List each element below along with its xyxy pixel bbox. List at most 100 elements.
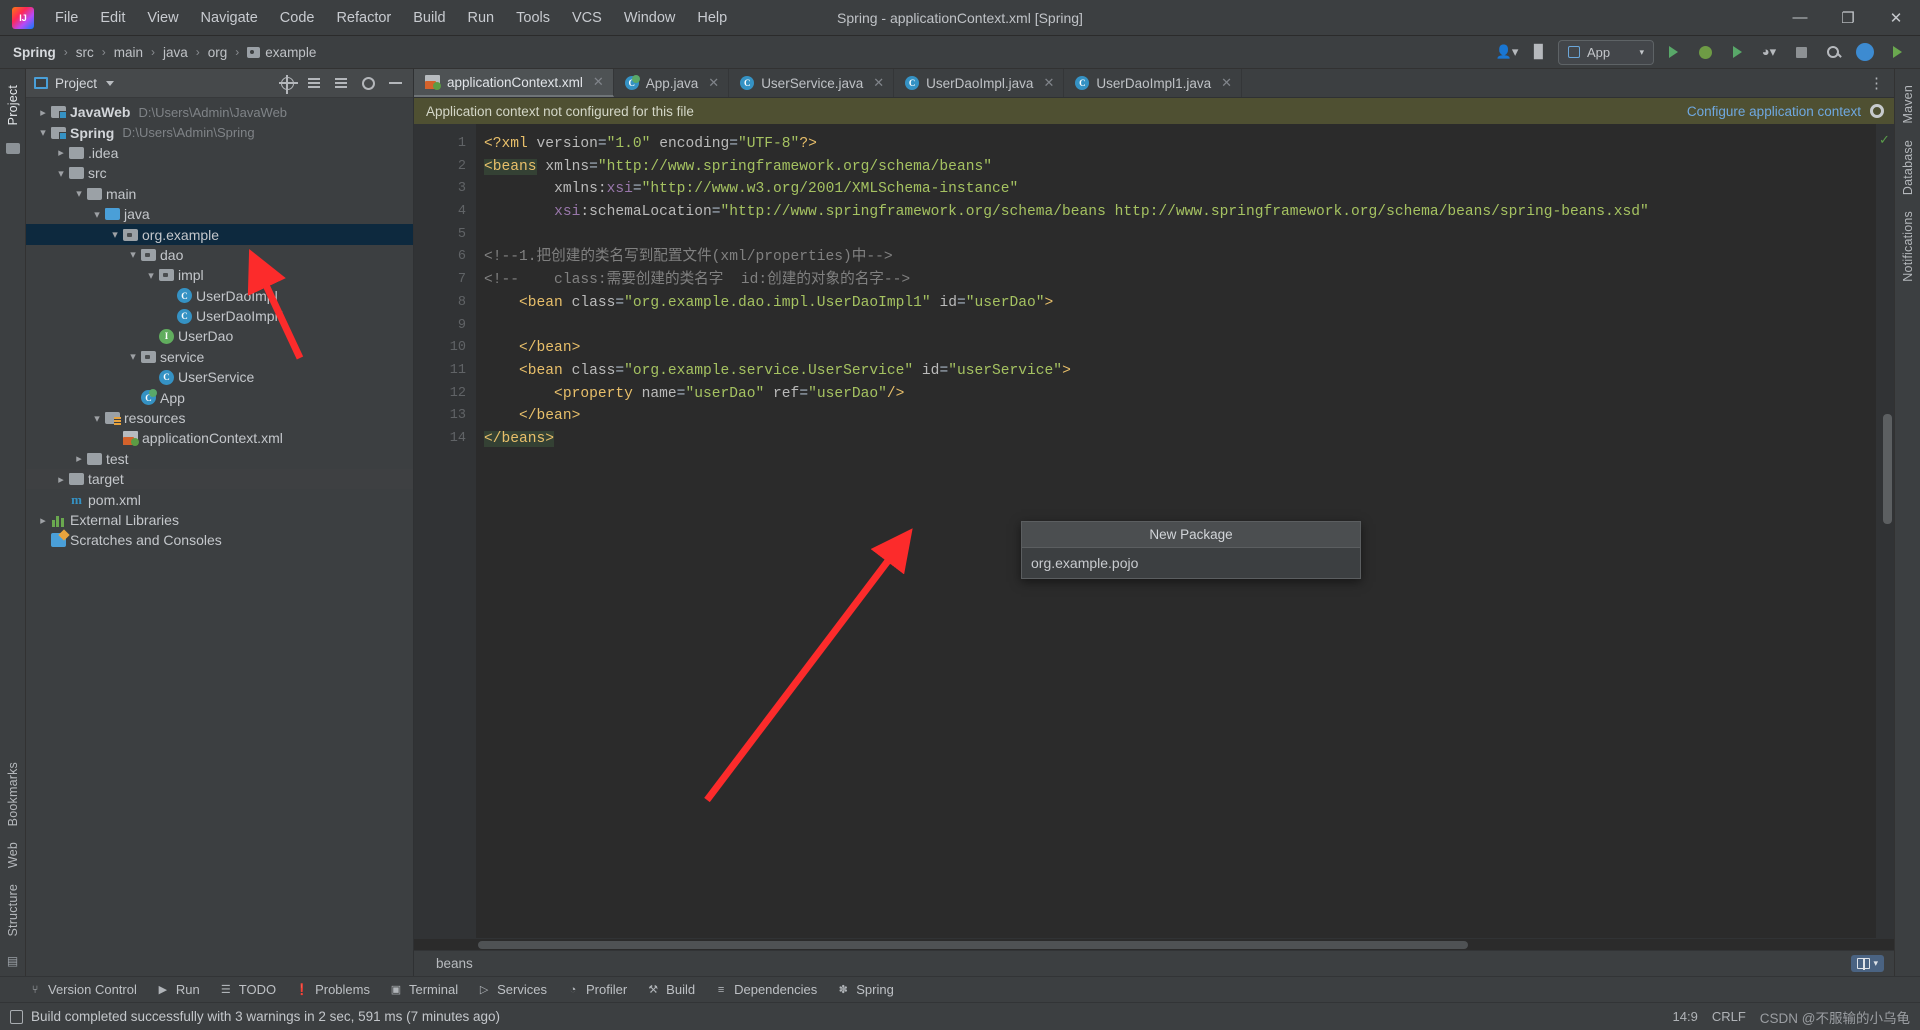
chevron-down-icon[interactable] [108, 228, 122, 241]
editor-tab-overflow-button[interactable]: ⋮ [1859, 69, 1894, 97]
updates-button[interactable] [1884, 40, 1910, 64]
chevron-down-icon[interactable] [126, 248, 140, 261]
tree-node-userdaoimpl[interactable]: C UserDaoImpl [26, 286, 413, 306]
tree-node-spring[interactable]: Spring D:\Users\Admin\Spring [26, 122, 413, 142]
tree-node-target[interactable]: target [26, 469, 413, 490]
bottom-tool-dependencies[interactable]: ≡ Dependencies [714, 982, 817, 997]
terminal-strip-icon[interactable]: ▤ [6, 954, 20, 968]
breadcrumb-item-main[interactable]: main [111, 43, 146, 62]
breadcrumb-item-project[interactable]: Spring [10, 43, 59, 62]
menu-window[interactable]: Window [613, 5, 687, 31]
minimize-button[interactable]: — [1776, 0, 1824, 35]
close-icon[interactable]: ✕ [1043, 75, 1054, 91]
chevron-right-icon[interactable] [54, 146, 68, 159]
bottom-tool-build[interactable]: ⚒ Build [646, 982, 695, 997]
tree-node-dao[interactable]: dao [26, 245, 413, 265]
tree-node-impl[interactable]: impl [26, 265, 413, 285]
tree-node-applicationcontext-xml[interactable]: applicationContext.xml [26, 428, 413, 448]
menu-file[interactable]: File [44, 5, 89, 31]
code-editor[interactable]: 12⊡345678⊡910⊡11⊡1213⊡14⊡ <?xml version=… [414, 124, 1894, 938]
chevron-down-icon[interactable] [36, 126, 50, 139]
editor-breadcrumb-label[interactable]: beans [436, 956, 473, 971]
tree-node-app[interactable]: C App [26, 387, 413, 407]
tree-node-resources[interactable]: resources [26, 408, 413, 428]
bottom-tool-todo[interactable]: ☰ TODO [219, 982, 276, 997]
locate-file-button[interactable] [278, 74, 298, 94]
hide-panel-button[interactable] [387, 75, 403, 91]
strip-tab-bookmarks[interactable]: Bookmarks [2, 754, 24, 834]
strip-tab-notifications[interactable]: Notifications [1897, 203, 1919, 290]
breadcrumb-item-java[interactable]: java [160, 43, 191, 62]
tree-node-main[interactable]: main [26, 184, 413, 204]
editor-tab-userdaoimpl-java[interactable]: C UserDaoImpl.java ✕ [894, 69, 1065, 97]
bottom-tool-spring[interactable]: ✽ Spring [836, 982, 894, 997]
editor-tab-app-java[interactable]: C App.java ✕ [614, 69, 730, 97]
strip-tab-web[interactable]: Web [2, 834, 24, 876]
inspection-ok-icon[interactable]: ✓ [1879, 132, 1890, 148]
bottom-tool-profiler[interactable]: ◔ Profiler [566, 982, 628, 997]
chevron-down-icon[interactable] [90, 412, 104, 425]
split-editor-button[interactable]: ▾ [1851, 955, 1884, 972]
strip-tab-database[interactable]: Database [1897, 132, 1919, 203]
close-icon[interactable]: ✕ [873, 75, 884, 91]
view-options-button[interactable] [333, 75, 349, 91]
settings-gear-icon[interactable] [1870, 104, 1884, 118]
editor-tab-applicationcontext-xml[interactable]: applicationContext.xml ✕ [414, 69, 614, 97]
chevron-down-icon[interactable] [72, 187, 86, 200]
chevron-down-icon[interactable] [90, 208, 104, 221]
stop-button[interactable] [1788, 40, 1814, 64]
tree-node-userdaoimpl1[interactable]: C UserDaoImpl1 [26, 306, 413, 326]
editor-marker-gutter[interactable]: ✓ [1876, 124, 1894, 938]
build-hammer-icon[interactable]: ▉ [1526, 40, 1552, 64]
tree-node-userdao[interactable]: I UserDao [26, 326, 413, 346]
close-button[interactable]: ✕ [1872, 0, 1920, 35]
editor-horizontal-scroll-thumb[interactable] [478, 941, 1468, 949]
menu-tools[interactable]: Tools [505, 5, 561, 31]
configure-application-context-link[interactable]: Configure application context [1687, 104, 1861, 119]
menu-build[interactable]: Build [402, 5, 456, 31]
commit-folder-icon[interactable] [5, 142, 20, 155]
new-package-name-input[interactable]: org.example.pojo [1022, 548, 1360, 578]
run-configuration-selector[interactable]: App ▾ [1558, 39, 1654, 65]
collapse-all-button[interactable] [306, 75, 322, 91]
close-icon[interactable]: ✕ [593, 74, 604, 90]
strip-tab-structure[interactable]: Structure [2, 876, 24, 945]
chevron-right-icon[interactable] [36, 106, 50, 119]
run-with-coverage-button[interactable] [1724, 40, 1750, 64]
search-everywhere-button[interactable] [1820, 40, 1846, 64]
editor-scrollbar-thumb[interactable] [1883, 414, 1892, 524]
menu-edit[interactable]: Edit [89, 5, 136, 31]
tree-node-userservice[interactable]: C UserService [26, 367, 413, 387]
tree-node-org-example[interactable]: org.example [26, 224, 413, 245]
strip-tab-project[interactable]: Project [2, 77, 24, 133]
editor-tab-userdaoimpl1-java[interactable]: C UserDaoImpl1.java ✕ [1064, 69, 1243, 97]
breadcrumb-item-org[interactable]: org [205, 43, 231, 62]
editor-tab-userservice-java[interactable]: C UserService.java ✕ [729, 69, 895, 97]
new-package-popup[interactable]: New Package org.example.pojo [1021, 521, 1361, 579]
chevron-right-icon[interactable] [54, 473, 68, 486]
tree-node-java[interactable]: java [26, 204, 413, 224]
line-separator[interactable]: CRLF [1712, 1009, 1746, 1024]
bottom-tool-version-control[interactable]: ⑂ Version Control [28, 982, 137, 997]
maximize-button[interactable]: ❐ [1824, 0, 1872, 35]
menu-view[interactable]: View [136, 5, 189, 31]
caret-position[interactable]: 14:9 [1673, 1009, 1698, 1024]
menu-help[interactable]: Help [686, 5, 738, 31]
profiler-button[interactable]: ◕▾ [1756, 40, 1782, 64]
chevron-down-icon[interactable] [54, 167, 68, 180]
bottom-tool-terminal[interactable]: ▣ Terminal [389, 982, 458, 997]
editor-horizontal-scrollbar[interactable] [414, 938, 1894, 950]
chevron-down-icon[interactable] [144, 269, 158, 282]
chevron-down-icon[interactable] [106, 80, 115, 86]
tree-node-external-libraries[interactable]: External Libraries [26, 510, 413, 530]
tree-node-javaweb[interactable]: JavaWeb D:\Users\Admin\JavaWeb [26, 102, 413, 122]
tree-node--idea[interactable]: .idea [26, 143, 413, 163]
breadcrumb-item-example[interactable]: example [244, 43, 319, 62]
menu-refactor[interactable]: Refactor [325, 5, 402, 31]
project-tree[interactable]: JavaWeb D:\Users\Admin\JavaWeb Spring D:\Us… [26, 98, 413, 976]
breadcrumb-item-src[interactable]: src [73, 43, 97, 62]
tree-node-test[interactable]: test [26, 449, 413, 469]
menu-navigate[interactable]: Navigate [190, 5, 269, 31]
user-account-icon[interactable]: 👤▾ [1494, 40, 1520, 64]
menu-code[interactable]: Code [269, 5, 326, 31]
